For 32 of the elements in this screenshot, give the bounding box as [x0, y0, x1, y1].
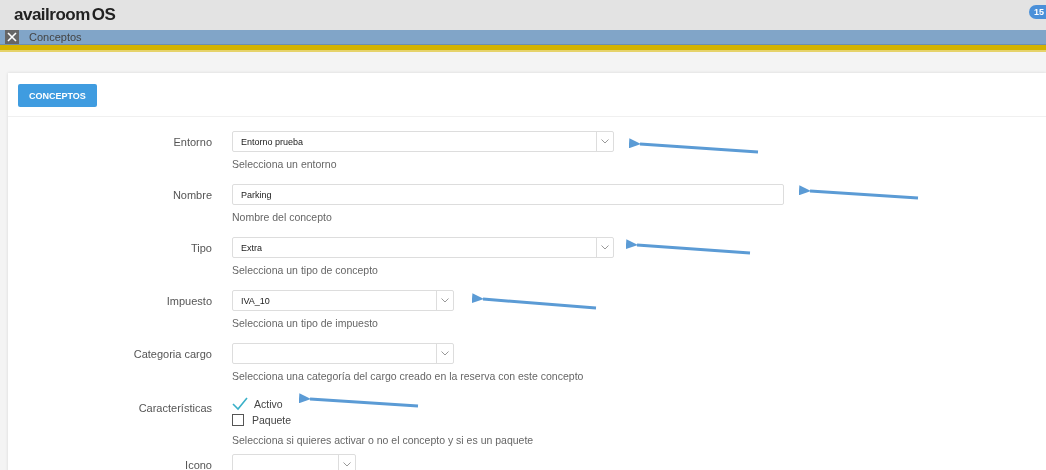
- chevron-icon: [441, 351, 449, 356]
- select-field[interactable]: Entorno prueba: [232, 131, 614, 152]
- field-label: Categoria cargo: [132, 347, 212, 360]
- help-text: Selecciona un tipo de concepto: [232, 265, 379, 277]
- checkbox[interactable]: [232, 414, 244, 426]
- help-text: Selecciona si quieres activar o no el concepto y si es un paquete: [232, 435, 534, 447]
- chevron-icon: [441, 298, 449, 303]
- tab-title[interactable]: Conceptos: [29, 31, 82, 43]
- chevron-icon: [601, 139, 609, 144]
- select-field[interactable]: [232, 343, 454, 364]
- select-field[interactable]: IVA_10: [232, 290, 454, 311]
- logo: availroomOS: [14, 5, 116, 25]
- field-label: Icono: [184, 458, 212, 470]
- checkbox-label[interactable]: Paquete: [252, 414, 292, 426]
- select-field[interactable]: [232, 454, 356, 470]
- help-text: Selecciona un tipo de impuesto: [232, 318, 379, 330]
- field-label: Nombre: [171, 188, 212, 201]
- field-label: Entorno: [172, 135, 212, 148]
- checkbox-label[interactable]: Activo: [254, 398, 283, 410]
- input-field[interactable]: Parking: [232, 184, 784, 205]
- chevron-icon: [343, 462, 351, 467]
- tools-icon[interactable]: [5, 30, 19, 44]
- help-text: Nombre del concepto: [232, 212, 333, 224]
- chevron-icon: [601, 245, 609, 250]
- count-badge: 15: [1029, 5, 1046, 19]
- field-label: Impuesto: [165, 294, 212, 307]
- field-label: Características: [137, 401, 212, 414]
- help-text: Selecciona un entorno: [232, 159, 338, 171]
- field-label: Tipo: [190, 241, 212, 254]
- select-field[interactable]: Extra: [232, 237, 614, 258]
- help-text: Selecciona una categoría del cargo creado en la reserva con este concepto: [232, 371, 584, 383]
- checkmark-icon[interactable]: [232, 397, 248, 411]
